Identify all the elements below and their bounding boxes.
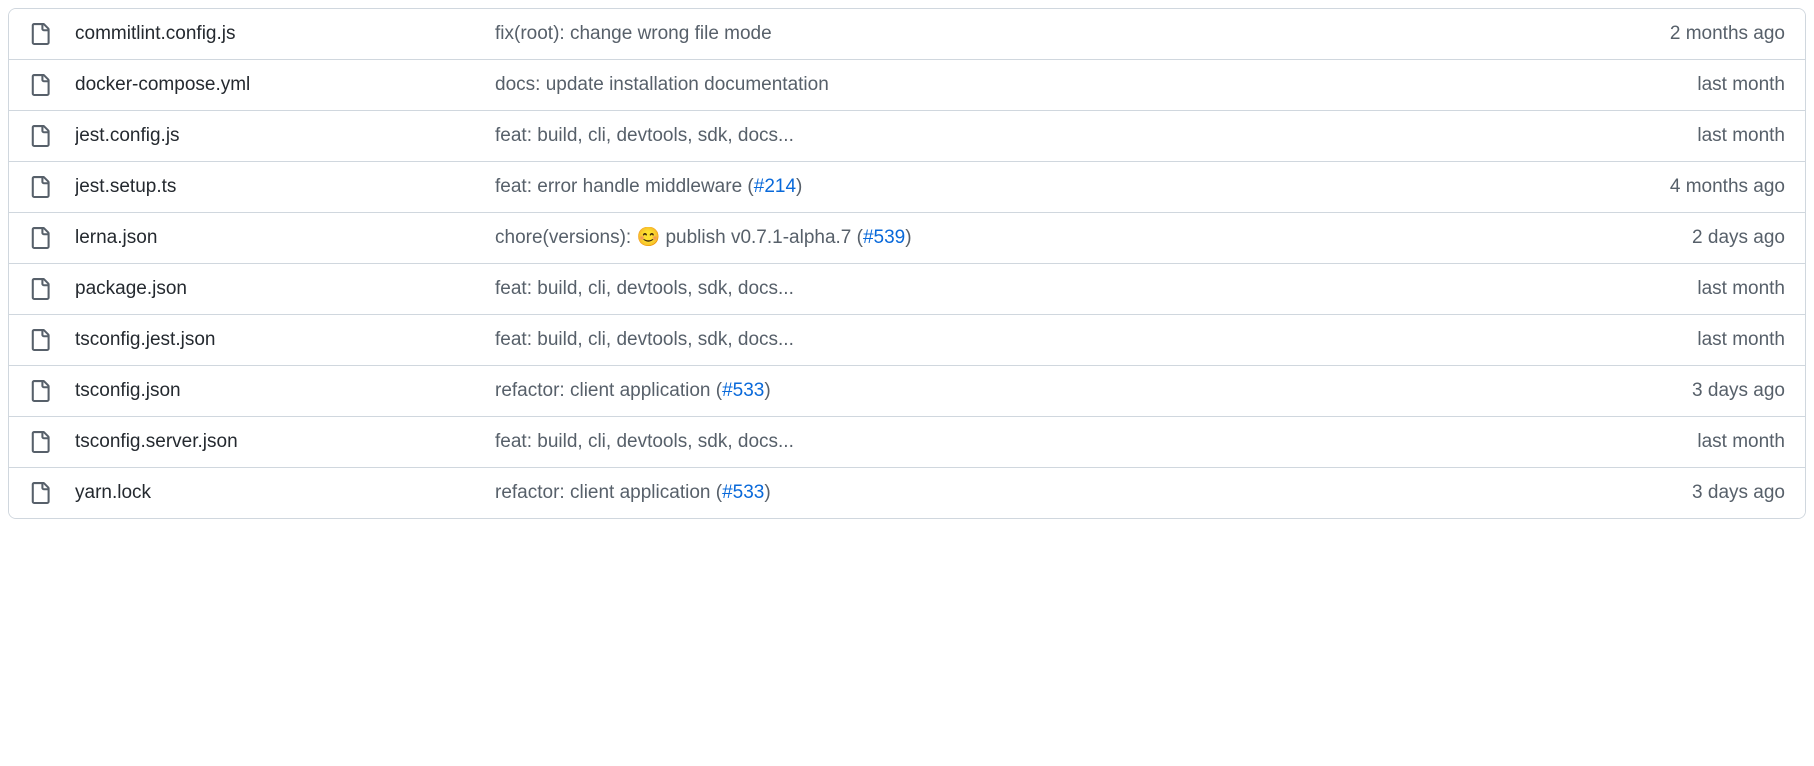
file-name-link[interactable]: commitlint.config.js <box>75 23 236 44</box>
commit-time: last month <box>1697 125 1785 147</box>
commit-message-cell: feat: error handle middleware (#214) <box>495 176 1670 198</box>
commit-message-text: feat: build, cli, devtools, sdk, docs... <box>495 125 794 146</box>
commit-time: 4 months ago <box>1670 176 1785 198</box>
file-icon <box>29 176 51 198</box>
paren-open: ( <box>710 380 722 401</box>
commit-message-cell: feat: build, cli, devtools, sdk, docs... <box>495 278 1697 300</box>
file-name-cell: lerna.json <box>75 227 495 249</box>
file-name-link[interactable]: tsconfig.jest.json <box>75 329 215 350</box>
commit-message-prefix: chore(versions): <box>495 227 637 248</box>
commit-message-suffix: publish v0.7.1-alpha.7 <box>660 227 851 248</box>
file-name-cell: commitlint.config.js <box>75 23 495 45</box>
file-name-cell: jest.setup.ts <box>75 176 495 198</box>
file-row: commitlint.config.js fix(root): change wr… <box>9 9 1805 59</box>
commit-message-text: feat: build, cli, devtools, sdk, docs... <box>495 329 794 350</box>
commit-message-text: docs: update installation documentation <box>495 74 829 95</box>
file-row: package.json feat: build, cli, devtools, … <box>9 263 1805 314</box>
commit-message-text: feat: error handle middleware <box>495 176 742 197</box>
commit-time: last month <box>1697 329 1785 351</box>
commit-message-cell: fix(root): change wrong file mode <box>495 23 1670 45</box>
commit-message-cell: refactor: client application (#533) <box>495 380 1692 402</box>
commit-message-link[interactable]: fix(root): change wrong file mode <box>495 23 772 44</box>
paren-close: ) <box>905 227 911 248</box>
file-row: jest.setup.ts feat: error handle middlewa… <box>9 161 1805 212</box>
issue-link[interactable]: #539 <box>863 227 905 248</box>
commit-message-text: feat: build, cli, devtools, sdk, docs... <box>495 431 794 452</box>
paren-open: ( <box>710 482 722 503</box>
commit-message-cell: feat: build, cli, devtools, sdk, docs... <box>495 329 1697 351</box>
commit-message-link[interactable]: chore(versions): 😊 publish v0.7.1-alpha.… <box>495 227 851 248</box>
commit-time: 3 days ago <box>1692 380 1785 402</box>
paren-open: ( <box>742 176 754 197</box>
commit-message-cell: feat: build, cli, devtools, sdk, docs... <box>495 125 1697 147</box>
file-name-link[interactable]: yarn.lock <box>75 482 151 503</box>
file-icon <box>29 380 51 402</box>
file-name-link[interactable]: docker-compose.yml <box>75 74 250 95</box>
commit-message-cell: feat: build, cli, devtools, sdk, docs... <box>495 431 1697 453</box>
file-row: tsconfig.server.json feat: build, cli, de… <box>9 416 1805 467</box>
file-name-link[interactable]: package.json <box>75 278 187 299</box>
paren-close: ) <box>796 176 802 197</box>
file-name-link[interactable]: tsconfig.server.json <box>75 431 238 452</box>
commit-time: 2 days ago <box>1692 227 1785 249</box>
emoji-icon: 😊 <box>637 228 661 247</box>
commit-message-text: refactor: client application <box>495 482 710 503</box>
issue-link[interactable]: #533 <box>722 482 764 503</box>
commit-message-text: feat: build, cli, devtools, sdk, docs... <box>495 278 794 299</box>
issue-link[interactable]: #533 <box>722 380 764 401</box>
file-row: yarn.lock refactor: client application (#… <box>9 467 1805 518</box>
file-name-cell: tsconfig.server.json <box>75 431 495 453</box>
issue-link[interactable]: #214 <box>754 176 796 197</box>
paren-close: ) <box>764 482 770 503</box>
file-icon <box>29 482 51 504</box>
paren-close: ) <box>764 380 770 401</box>
commit-message-text: fix(root): change wrong file mode <box>495 23 772 44</box>
commit-time: 3 days ago <box>1692 482 1785 504</box>
commit-time: 2 months ago <box>1670 23 1785 45</box>
file-name-cell: tsconfig.jest.json <box>75 329 495 351</box>
file-name-cell: docker-compose.yml <box>75 74 495 96</box>
file-icon <box>29 431 51 453</box>
file-row: jest.config.js feat: build, cli, devtools… <box>9 110 1805 161</box>
file-row: tsconfig.jest.json feat: build, cli, devt… <box>9 314 1805 365</box>
commit-message-link[interactable]: docs: update installation documentation <box>495 74 829 95</box>
commit-time: last month <box>1697 278 1785 300</box>
commit-message-cell: docs: update installation documentation <box>495 74 1697 96</box>
file-icon <box>29 125 51 147</box>
file-name-cell: package.json <box>75 278 495 300</box>
file-list: commitlint.config.js fix(root): change wr… <box>8 8 1806 519</box>
file-icon <box>29 329 51 351</box>
file-name-link[interactable]: jest.setup.ts <box>75 176 176 197</box>
file-name-link[interactable]: lerna.json <box>75 227 157 248</box>
file-icon <box>29 227 51 249</box>
commit-time: last month <box>1697 431 1785 453</box>
file-row: docker-compose.yml docs: update installat… <box>9 59 1805 110</box>
commit-message-link[interactable]: refactor: client application <box>495 380 710 401</box>
file-row: tsconfig.json refactor: client applicatio… <box>9 365 1805 416</box>
commit-message-link[interactable]: refactor: client application <box>495 482 710 503</box>
file-row: lerna.json chore(versions): 😊 publish v0.… <box>9 212 1805 263</box>
file-name-cell: jest.config.js <box>75 125 495 147</box>
commit-message-link[interactable]: feat: build, cli, devtools, sdk, docs... <box>495 329 794 350</box>
file-icon <box>29 23 51 45</box>
paren-open: ( <box>851 227 863 248</box>
commit-message-link[interactable]: feat: build, cli, devtools, sdk, docs... <box>495 125 794 146</box>
file-name-link[interactable]: jest.config.js <box>75 125 180 146</box>
commit-message-link[interactable]: feat: build, cli, devtools, sdk, docs... <box>495 431 794 452</box>
commit-message-link[interactable]: feat: error handle middleware <box>495 176 742 197</box>
file-icon <box>29 278 51 300</box>
commit-message-cell: chore(versions): 😊 publish v0.7.1-alpha.… <box>495 227 1692 249</box>
file-icon <box>29 74 51 96</box>
file-name-cell: tsconfig.json <box>75 380 495 402</box>
commit-message-text: refactor: client application <box>495 380 710 401</box>
file-name-cell: yarn.lock <box>75 482 495 504</box>
commit-time: last month <box>1697 74 1785 96</box>
file-name-link[interactable]: tsconfig.json <box>75 380 181 401</box>
commit-message-link[interactable]: feat: build, cli, devtools, sdk, docs... <box>495 278 794 299</box>
commit-message-cell: refactor: client application (#533) <box>495 482 1692 504</box>
